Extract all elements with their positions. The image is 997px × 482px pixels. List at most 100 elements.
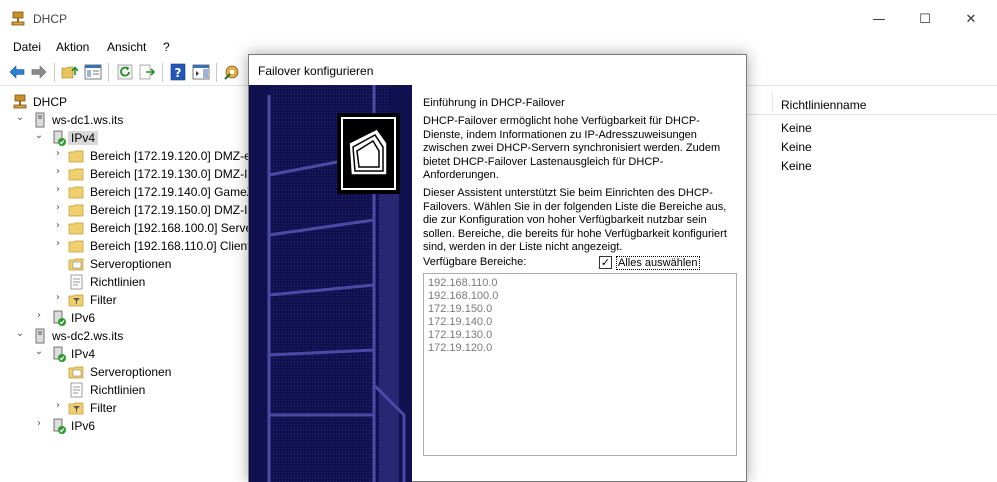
menu-help[interactable]: ? (163, 40, 170, 54)
wizard-heading: Einführung in DHCP-Failover (423, 97, 565, 109)
server-icon (35, 328, 45, 344)
list-item[interactable]: 192.168.110.0 (428, 277, 498, 289)
toolbar-separator (216, 63, 217, 82)
up-folder-icon[interactable] (61, 63, 79, 81)
tree-label: ws-dc2.ws.its (52, 329, 124, 343)
ipv4-icon (53, 346, 66, 362)
tree-label: Bereich [172.19.130.0] DMZ-Int (90, 167, 248, 181)
tree-label: Serveroptionen (90, 257, 172, 271)
chevron-down-icon[interactable]: ⌄ (33, 130, 45, 144)
wizard-sidebar (249, 85, 412, 482)
policy-icon (68, 274, 84, 290)
dhcp-app-icon (11, 11, 25, 26)
list-item[interactable]: 172.19.130.0 (428, 329, 492, 341)
action-pane-icon[interactable] (192, 63, 210, 81)
list-item[interactable]: 192.168.100.0 (428, 290, 498, 302)
policy-icon (68, 382, 84, 398)
back-arrow-icon[interactable] (8, 63, 26, 81)
show-hide-tree-icon[interactable] (84, 63, 102, 81)
select-all-check-box[interactable]: ✓ (599, 256, 612, 269)
folder-icon (68, 238, 84, 254)
export-list-icon[interactable] (138, 63, 156, 81)
dialog-title: Failover konfigurieren (258, 64, 374, 78)
maximize-button[interactable]: ☐ (902, 8, 948, 32)
list-item[interactable]: Keine (781, 159, 812, 173)
chevron-right-icon[interactable]: › (52, 292, 64, 306)
tree-label: Bereich [172.19.140.0] GameZo (90, 185, 248, 199)
chevron-right-icon[interactable]: › (52, 400, 64, 414)
chevron-down-icon[interactable]: ⌄ (14, 328, 26, 342)
console-tree: DHCP ⌄ ws-dc1.ws.its ⌄ IPv4 › Bereich [1… (0, 88, 248, 482)
tree-label: IPv6 (71, 311, 96, 325)
toolbar-separator (162, 63, 163, 82)
toolbar-separator (108, 63, 109, 82)
ipv6-icon (53, 418, 66, 434)
chevron-down-icon[interactable]: ⌄ (14, 112, 26, 126)
chevron-right-icon[interactable]: › (52, 238, 64, 252)
available-scopes-list[interactable]: 192.168.110.0 192.168.100.0 172.19.150.0… (423, 273, 737, 456)
folder-icon (68, 184, 84, 200)
help-icon[interactable]: ? (169, 63, 187, 81)
menu-ansicht[interactable]: Ansicht (107, 40, 146, 54)
chevron-right-icon[interactable]: › (33, 310, 45, 324)
select-all-label[interactable]: Alles auswählen (616, 256, 700, 270)
tree-label: Bereich [172.19.150.0] DMZ-Iso (90, 203, 248, 217)
failover-wizard-dialog: Failover konfigurieren Einführung in DHC… (248, 54, 747, 482)
chevron-right-icon[interactable]: › (33, 418, 45, 432)
filter-icon (68, 400, 84, 416)
folder-icon (68, 166, 84, 182)
tree-label: IPv6 (71, 419, 96, 433)
tree-label: Filter (90, 293, 117, 307)
chevron-right-icon[interactable]: › (52, 184, 64, 198)
tree-label: Bereich [192.168.110.0] Clients (90, 239, 248, 253)
server-options-icon (68, 256, 84, 272)
list-header: Richtlinienname (747, 88, 997, 115)
chevron-right-icon[interactable]: › (52, 166, 64, 180)
chevron-down-icon[interactable]: ⌄ (33, 346, 45, 360)
list-item[interactable]: 172.19.150.0 (428, 303, 492, 315)
forward-arrow-icon[interactable] (30, 63, 48, 81)
menu-datei[interactable]: Datei (13, 40, 41, 54)
tree-label: Filter (90, 401, 117, 415)
tree-label: Serveroptionen (90, 365, 172, 379)
close-button[interactable]: ✕ (948, 8, 994, 32)
tree-label: IPv4 (71, 347, 96, 361)
svg-text:?: ? (175, 66, 182, 80)
minimize-button[interactable]: — (856, 8, 902, 32)
filter-icon (68, 292, 84, 308)
list-item[interactable]: 172.19.120.0 (428, 342, 492, 354)
title-bar: DHCP — ☐ ✕ (0, 0, 997, 38)
server-icon (35, 112, 45, 128)
dhcp-root-icon (13, 94, 27, 109)
list-item[interactable]: Keine (781, 121, 812, 135)
list-item[interactable]: Keine (781, 140, 812, 154)
dhcp-manage-icon[interactable] (223, 63, 241, 81)
wizard-folders-icon (337, 113, 400, 194)
tree-label: Bereich [192.168.100.0] Server- (90, 221, 248, 235)
server-options-icon (68, 364, 84, 380)
window-title: DHCP (33, 12, 68, 26)
refresh-icon[interactable] (116, 63, 134, 81)
folder-icon (68, 220, 84, 236)
tree-label: Richtlinien (90, 275, 146, 289)
folder-icon (68, 202, 84, 218)
column-header-policy-name[interactable]: Richtlinienname (781, 98, 866, 112)
list-item[interactable]: 172.19.140.0 (428, 316, 492, 328)
wizard-intro-text: DHCP-Failover ermöglicht hohe Verfügbark… (423, 115, 721, 182)
chevron-right-icon[interactable]: › (52, 148, 64, 162)
tree-label: DHCP (33, 95, 68, 109)
chevron-right-icon[interactable]: › (52, 220, 64, 234)
ipv6-icon (53, 310, 66, 326)
menu-aktion[interactable]: Aktion (56, 40, 89, 54)
tree-label: IPv4 (68, 131, 99, 145)
chevron-right-icon[interactable]: › (52, 202, 64, 216)
ipv4-icon (53, 130, 66, 146)
column-divider[interactable] (772, 92, 773, 112)
folder-icon (68, 148, 84, 164)
toolbar-separator (54, 63, 55, 82)
tree-label: Bereich [172.19.120.0] DMZ-ex (90, 149, 248, 163)
tree-label: ws-dc1.ws.its (52, 113, 124, 127)
tree-label: Richtlinien (90, 383, 146, 397)
wizard-instructions-text: Dieser Assistent unterstützt Sie beim Ei… (423, 187, 727, 254)
available-scopes-label: Verfügbare Bereiche: (423, 256, 527, 268)
